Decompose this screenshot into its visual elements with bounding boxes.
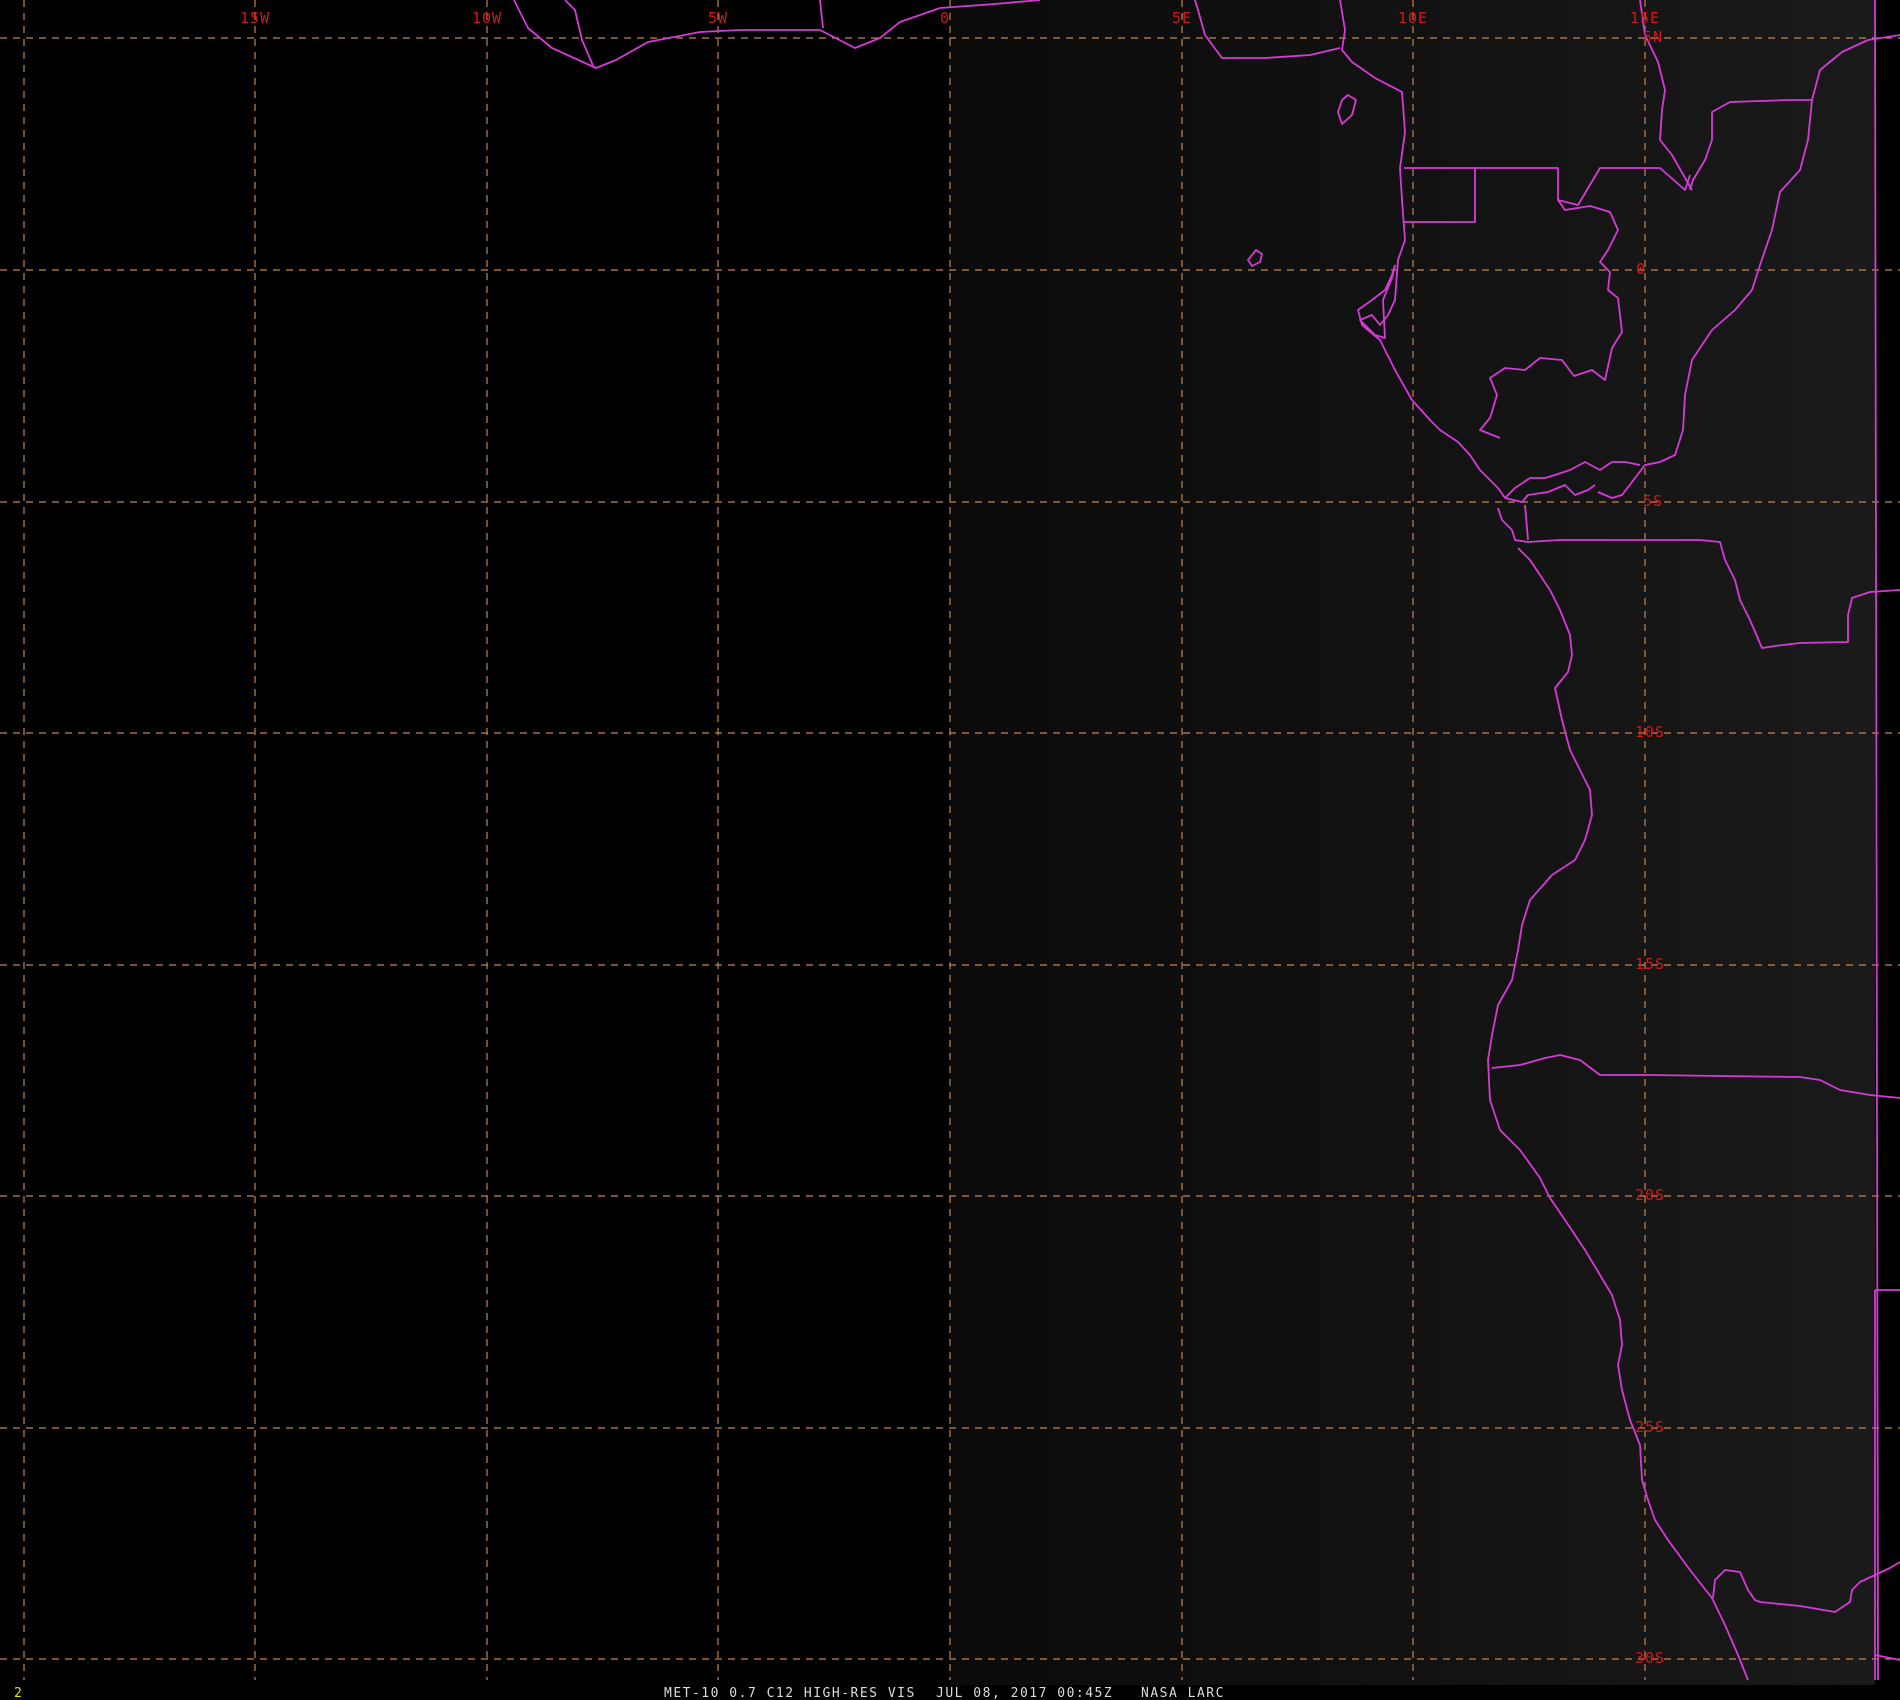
data-source: NASA LARC xyxy=(1141,1686,1225,1700)
lat-label: 5S xyxy=(1643,492,1663,510)
satellite-map: 15W 10W 5W 0 5E 10E 15E 5N 0 5S 10S 15S … xyxy=(0,0,1900,1700)
lat-label: 30S xyxy=(1635,1649,1665,1667)
product-name: MET-10 0.7 C12 HIGH-RES VIS xyxy=(664,1686,916,1700)
lon-label: 5W xyxy=(708,9,728,27)
lon-label: 0 xyxy=(940,9,950,27)
lat-label: 10S xyxy=(1635,723,1665,741)
lat-label: 0 xyxy=(1636,260,1646,278)
lon-label: 15W xyxy=(240,9,270,27)
lat-label: 15S xyxy=(1635,955,1665,973)
lon-label: 15E xyxy=(1630,9,1660,27)
lon-label: 10W xyxy=(472,9,502,27)
lat-label: 25S xyxy=(1635,1418,1665,1436)
frame-number: 2 xyxy=(14,1686,23,1700)
lat-label: 20S xyxy=(1635,1186,1665,1204)
lon-label: 5E xyxy=(1172,9,1192,27)
observation-time: JUL 08, 2017 00:45Z xyxy=(936,1686,1113,1700)
lon-label: 10E xyxy=(1398,9,1428,27)
lat-label: 5N xyxy=(1643,28,1663,46)
